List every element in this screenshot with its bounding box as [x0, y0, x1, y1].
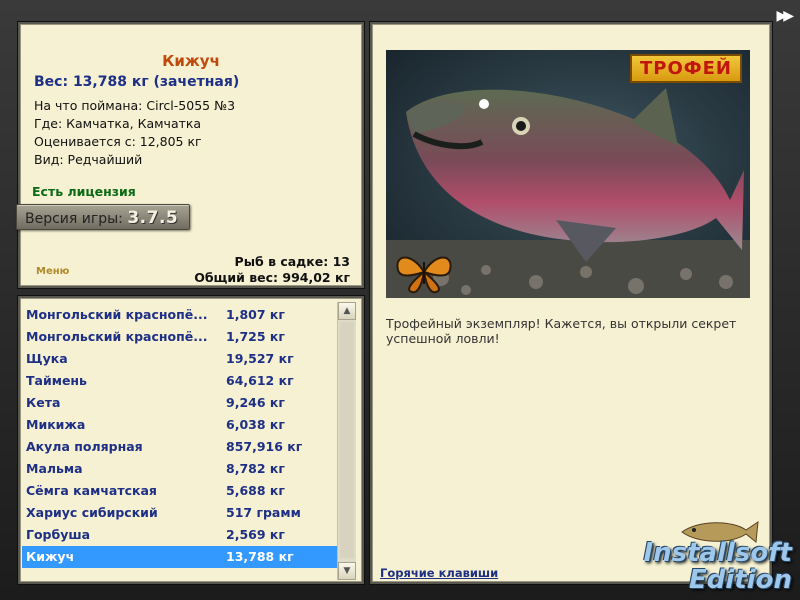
fish-details: На что поймана: Circl-5055 №3 Где: Камча…: [34, 97, 235, 169]
fish-weight-cell: 6,038 кг: [226, 417, 285, 432]
fish-title: Кижуч: [162, 52, 220, 70]
fish-name-cell: Хариус сибирский: [26, 505, 158, 520]
scroll-down-icon[interactable]: ▼: [338, 562, 356, 580]
butterfly-icon: [396, 256, 452, 294]
catch-list-row[interactable]: Мальма 8,782 кг: [22, 458, 340, 480]
catch-list-row[interactable]: Микижа 6,038 кг: [22, 414, 340, 436]
fish-name-cell: Щука: [26, 351, 68, 366]
catch-list-row[interactable]: Хариус сибирский 517 грамм: [22, 502, 340, 524]
location-line: Где: Камчатка, Камчатка: [34, 116, 202, 131]
trophy-message: Трофейный экземпляр! Кажется, вы открыли…: [386, 316, 737, 346]
total-weight: Общий вес: 994,02 кг: [194, 270, 350, 285]
fish-weight-cell: 2,569 кг: [226, 527, 285, 542]
fish-name-cell: Таймень: [26, 373, 87, 388]
fish-weight-cell: 1,807 кг: [226, 307, 285, 322]
catch-list-row[interactable]: Монгольский краснопё... 1,725 кг: [22, 326, 340, 348]
catch-list-row[interactable]: Акула полярная 857,916 кг: [22, 436, 340, 458]
fish-name-cell: Монгольский краснопё...: [26, 307, 208, 322]
scroll-track[interactable]: [340, 322, 354, 558]
rated-from-line: Оценивается с: 12,805 кг: [34, 134, 202, 149]
fish-weight-cell: 857,916 кг: [226, 439, 303, 454]
fish-name-cell: Кижуч: [26, 549, 75, 564]
license-status: Есть лицензия: [32, 184, 136, 199]
fish-name-cell: Акула полярная: [26, 439, 143, 454]
fish-photo: ТРОФЕЙ: [386, 50, 750, 298]
version-label: Версия игры:: [25, 211, 128, 227]
fish-count: Рыб в садке: 13: [234, 254, 350, 269]
watermark-line1: Installsoft: [643, 538, 792, 568]
installsoft-watermark: Installsoft Edition: [643, 540, 792, 594]
trophy-detail-panel: ТРОФЕЙ Трофейный экземпляр! Кажется, вы …: [370, 22, 772, 584]
fish-weight-cell: 5,688 кг: [226, 483, 285, 498]
catch-list-row[interactable]: Таймень 64,612 кг: [22, 370, 340, 392]
watermark-line2: Edition: [689, 565, 792, 595]
fish-weight-cell: 19,527 кг: [226, 351, 294, 366]
scroll-up-icon[interactable]: ▲: [338, 302, 356, 320]
catch-list: Монгольский краснопё... 1,807 кг Монгольск…: [22, 304, 340, 568]
fish-name-cell: Мальма: [26, 461, 83, 476]
fish-weight-cell: 64,612 кг: [226, 373, 294, 388]
fish-name-cell: Сёмга камчатская: [26, 483, 157, 498]
catch-list-row[interactable]: Кижуч 13,788 кг: [22, 546, 340, 568]
fish-weight-cell: 13,788 кг: [226, 549, 294, 564]
list-scrollbar[interactable]: ▲ ▼: [337, 302, 356, 580]
species-rarity-line: Вид: Редчайший: [34, 152, 143, 167]
fish-weight-cell: 517 грамм: [226, 505, 301, 520]
fish-name-cell: Монгольский краснопё...: [26, 329, 208, 344]
fish-name-cell: Кета: [26, 395, 61, 410]
fish-weight: Вес: 13,788 кг (зачетная): [34, 74, 240, 90]
fast-forward-icon[interactable]: ▶▶: [776, 8, 793, 24]
catch-list-row[interactable]: Монгольский краснопё... 1,807 кг: [22, 304, 340, 326]
fish-name-cell: Микижа: [26, 417, 86, 432]
fish-weight-cell: 8,782 кг: [226, 461, 285, 476]
catch-list-panel: Монгольский краснопё... 1,807 кг Монгольск…: [18, 296, 364, 584]
fish-weight-cell: 9,246 кг: [226, 395, 285, 410]
catch-list-row[interactable]: Горбуша 2,569 кг: [22, 524, 340, 546]
version-number: 3.7.5: [127, 208, 179, 228]
version-badge: Версия игры: 3.7.5: [16, 204, 190, 230]
hotkeys-link[interactable]: Горячие клавиши: [380, 566, 498, 580]
catch-list-row[interactable]: Щука 19,527 кг: [22, 348, 340, 370]
catch-list-row[interactable]: Сёмга камчатская 5,688 кг: [22, 480, 340, 502]
fish-weight-cell: 1,725 кг: [226, 329, 285, 344]
catch-list-row[interactable]: Кета 9,246 кг: [22, 392, 340, 414]
trophy-badge: ТРОФЕЙ: [630, 54, 742, 83]
bait-line: На что поймана: Circl-5055 №3: [34, 98, 236, 113]
fish-name-cell: Горбуша: [26, 527, 91, 542]
menu-button[interactable]: Меню: [36, 266, 69, 277]
fish-info-panel: Кижуч Вес: 13,788 кг (зачетная) На что п…: [16, 22, 364, 288]
catch-stats: Рыб в садке: 13 Общий вес: 994,02 кг: [194, 254, 350, 286]
